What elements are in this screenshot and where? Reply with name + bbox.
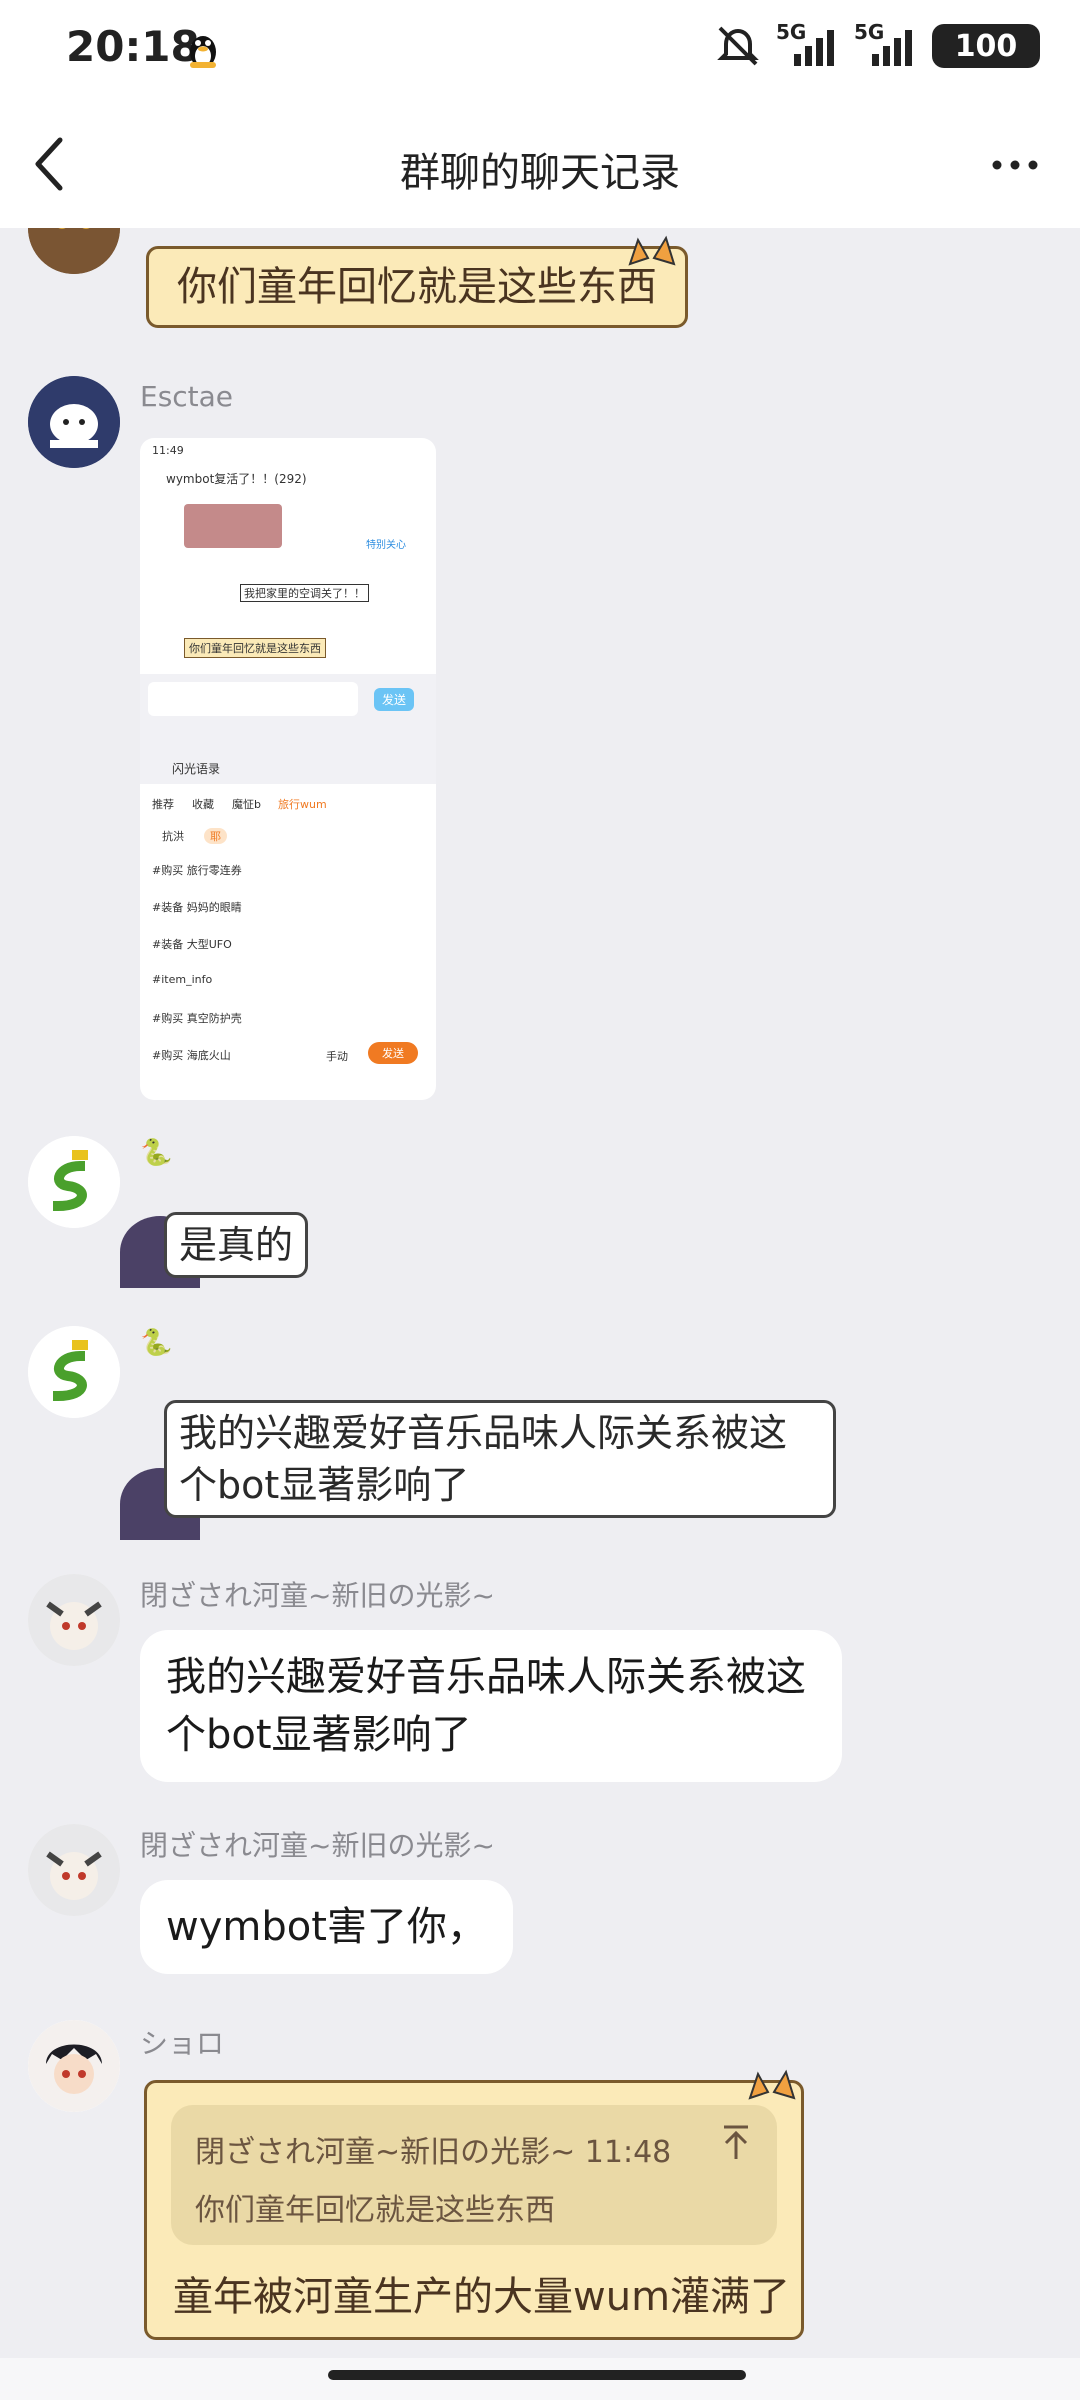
cat-ears-decoration-icon bbox=[628, 235, 676, 266]
image-message[interactable]: 11:49 wymbot复活了！！(292) 特别关心 我把家里的空调关了！！ … bbox=[140, 438, 436, 1100]
jump-to-original-icon[interactable] bbox=[721, 2123, 751, 2163]
gesture-bar[interactable] bbox=[328, 2370, 746, 2380]
avatar-shoro[interactable] bbox=[28, 2020, 120, 2112]
shot-image-thumb bbox=[184, 504, 282, 548]
status-time: 20:18 bbox=[66, 22, 200, 71]
cat-ears-decoration-icon bbox=[748, 2069, 796, 2100]
battery-indicator: 100 bbox=[932, 24, 1040, 68]
nav-header: 群聊的聊天记录 bbox=[0, 100, 1080, 228]
quoted-message[interactable]: 閉ざされ河童~新旧の光影~ 11:48 你们童年回忆就是这些东西 bbox=[171, 2105, 777, 2245]
avatar-kappa[interactable] bbox=[28, 1574, 120, 1666]
message-bubble[interactable]: 是真的 bbox=[164, 1212, 309, 1278]
reply-text: 童年被河童生产的大量wum灌满了 bbox=[173, 2274, 791, 2320]
signal-5g-1-icon: 5G bbox=[776, 20, 840, 68]
chat-history[interactable]: 你们童年回忆就是这些东西 Esctae 11:49 wymbot复活了！！(29… bbox=[0, 228, 1080, 2358]
avatar-cat[interactable] bbox=[28, 228, 120, 274]
avatar-snake[interactable] bbox=[28, 1326, 120, 1418]
avatar-esctae[interactable] bbox=[28, 376, 120, 468]
status-right: 5G 5G 100 bbox=[714, 20, 1040, 68]
status-bar: 20:18 5G 5G 100 bbox=[0, 0, 1080, 100]
message-bubble[interactable]: wymbot害了你， bbox=[140, 1880, 513, 1974]
avatar-kappa[interactable] bbox=[28, 1824, 120, 1916]
sender-name: 閉ざされ河童~新旧の光影~ bbox=[140, 1579, 495, 1612]
sender-name: 閉ざされ河童~新旧の光影~ bbox=[140, 1829, 495, 1862]
message-bubble[interactable]: 我的兴趣爱好音乐品味人际关系被这个bot显著影响了 bbox=[164, 1400, 836, 1518]
sender-name: ショロ bbox=[140, 2027, 225, 2060]
quote-sender-time: 閉ざされ河童~新旧の光影~ 11:48 bbox=[195, 2135, 672, 2170]
quote-text: 你们童年回忆就是这些东西 bbox=[195, 2193, 555, 2228]
signal-5g-2-icon: 5G bbox=[854, 20, 918, 68]
shot-chat-title: wymbot复活了！！(292) bbox=[166, 472, 307, 486]
page-title: 群聊的聊天记录 bbox=[400, 150, 680, 196]
mute-bell-icon bbox=[717, 26, 759, 66]
avatar-snake[interactable] bbox=[28, 1136, 120, 1228]
sender-name: Esctae bbox=[140, 380, 234, 413]
snake-emoji-label: 🐍 bbox=[140, 1138, 173, 1168]
reply-message-bubble[interactable]: 閉ざされ河童~新旧の光影~ 11:48 你们童年回忆就是这些东西 童年被河童生产… bbox=[144, 2080, 804, 2340]
message-bubble[interactable]: 我的兴趣爱好音乐品味人际关系被这个bot显著影响了 bbox=[140, 1630, 842, 1782]
more-menu-icon[interactable] bbox=[992, 160, 1038, 170]
message-bubble[interactable]: 你们童年回忆就是这些东西 bbox=[146, 246, 688, 328]
qq-penguin-icon bbox=[190, 36, 216, 68]
snake-emoji-label: 🐍 bbox=[140, 1328, 173, 1358]
